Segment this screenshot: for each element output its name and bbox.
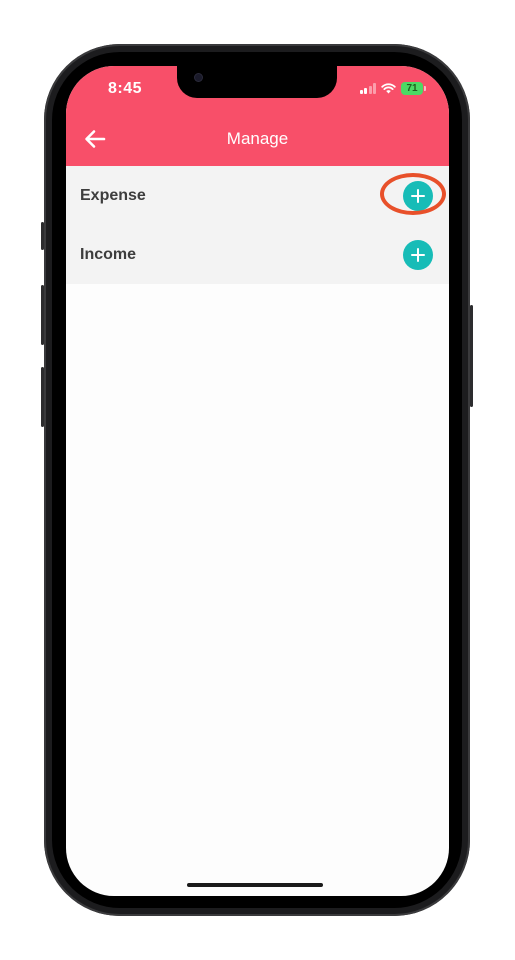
front-camera-icon: [195, 74, 202, 81]
category-row-income: Income: [66, 225, 449, 284]
add-income-button[interactable]: [403, 239, 433, 270]
category-list: Expense Income: [66, 166, 449, 284]
add-expense-button[interactable]: [403, 180, 433, 211]
category-label-expense: Expense: [80, 186, 146, 204]
signal-icon: [359, 83, 376, 94]
status-time: 8:45: [108, 80, 143, 97]
battery-nub: [424, 86, 426, 91]
category-row-expense: Expense: [66, 166, 449, 225]
volume-down-button: [41, 367, 44, 427]
power-button: [470, 305, 473, 407]
home-indicator[interactable]: [187, 883, 323, 887]
mute-switch: [41, 222, 44, 250]
app-screen: 8:45 71 Manage Expense Income: [66, 66, 449, 896]
battery-level: 71: [406, 83, 418, 94]
page-title: Manage: [226, 129, 289, 148]
battery-icon: 71: [401, 82, 426, 95]
category-label-income: Income: [80, 245, 137, 263]
app-header: 8:45 71 Manage: [66, 66, 449, 166]
status-indicators: 71: [359, 82, 426, 95]
volume-up-button: [41, 285, 44, 345]
camera-notch: [177, 66, 337, 98]
screenshot-stage: 8:45 71 Manage Expense Income: [0, 0, 515, 960]
wifi-icon: [381, 83, 396, 94]
